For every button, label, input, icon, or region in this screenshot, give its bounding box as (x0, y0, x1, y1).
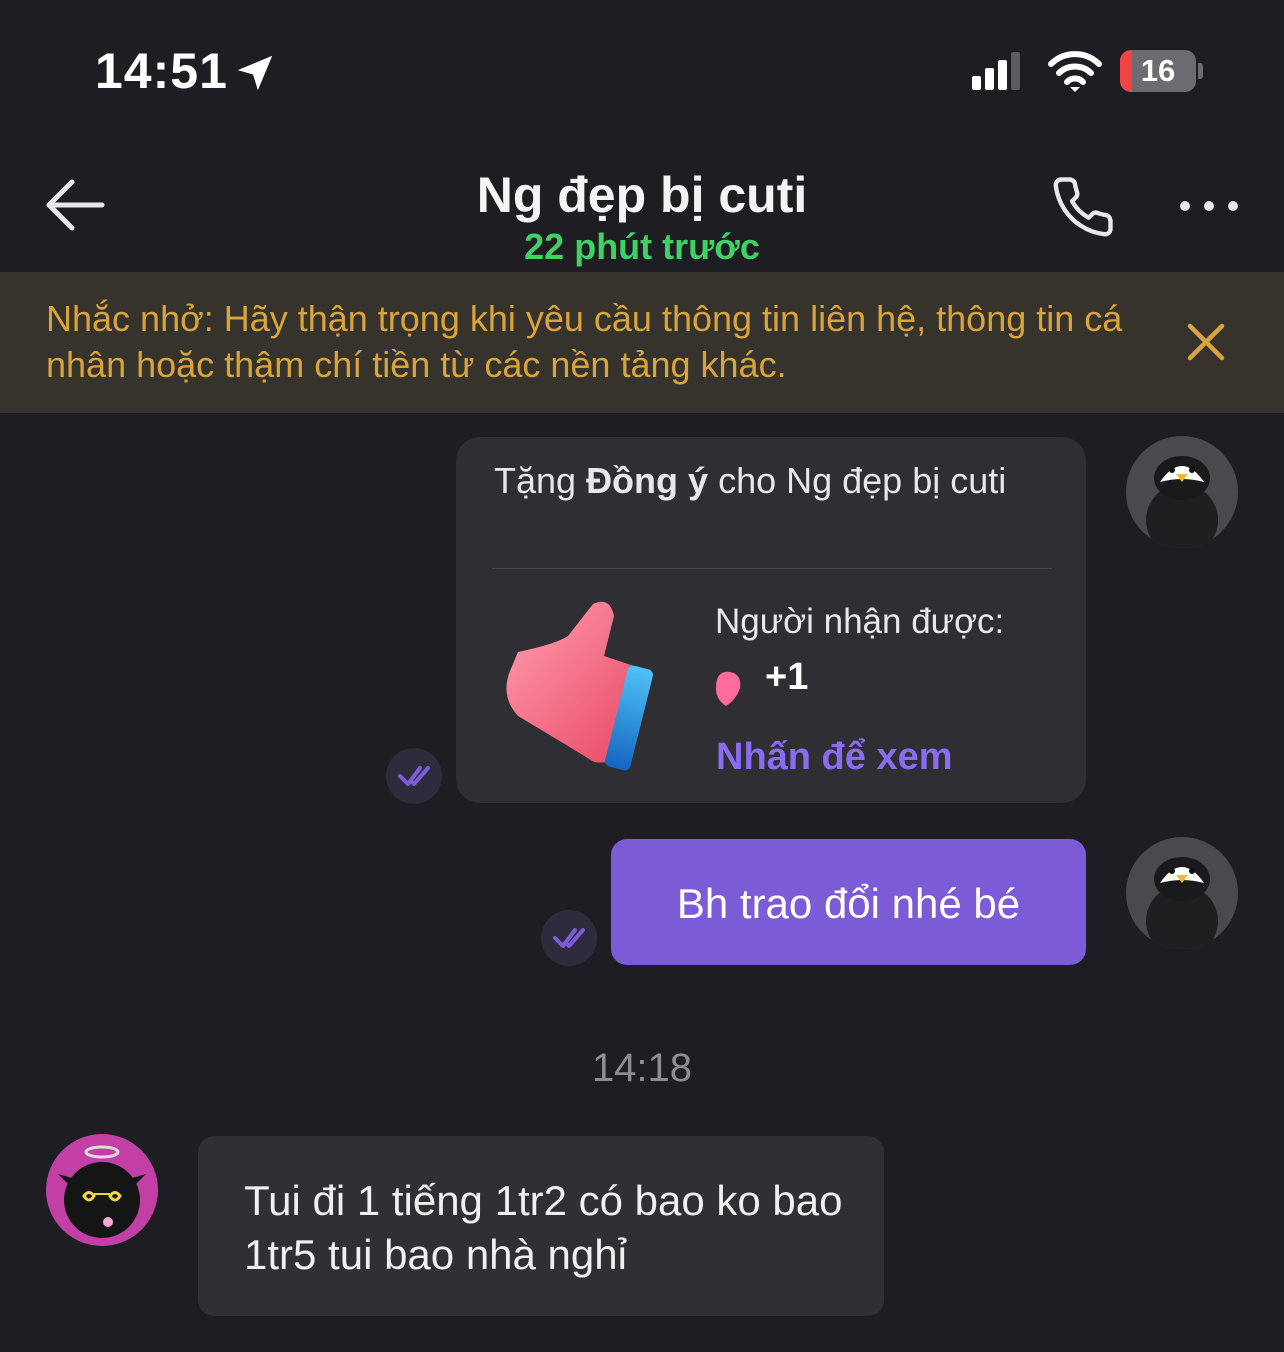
my-avatar[interactable] (1126, 837, 1238, 949)
outgoing-message-text: Bh trao đổi nhé bé (676, 880, 1021, 927)
character-avatar-icon (58, 1145, 146, 1238)
gift-title: Tặng Đồng ý cho Ng đẹp bị cuti (494, 458, 1034, 503)
penguin-avatar-icon (1146, 456, 1218, 548)
signal-icon (972, 52, 1020, 90)
phone-call-icon[interactable] (1050, 174, 1116, 240)
message-timestamp: 14:18 (591, 1046, 693, 1090)
incoming-message-text: Tui đi 1 tiếng 1tr2 có bao ko bao 1tr5 t… (244, 1177, 843, 1278)
gift-receive-label: Người nhận được: (715, 602, 1005, 641)
wifi-icon (1048, 51, 1102, 92)
battery-indicator: 16 (1120, 50, 1196, 92)
gift-title-suffix: cho Ng đẹp bị cuti (708, 460, 1007, 501)
gift-divider (492, 568, 1052, 569)
location-arrow-icon (237, 55, 273, 91)
gift-title-prefix: Tặng (494, 460, 587, 501)
gift-amount: +1 (765, 656, 809, 698)
read-receipt (386, 748, 442, 804)
battery-level: 16 (1140, 53, 1176, 88)
double-check-icon (553, 928, 585, 948)
battery-cap (1198, 63, 1203, 79)
more-options-icon[interactable] (1176, 192, 1242, 220)
my-avatar[interactable] (1126, 436, 1238, 548)
read-receipt (541, 910, 597, 966)
contact-avatar[interactable] (46, 1134, 158, 1246)
gift-view-link[interactable]: Nhấn để xem (716, 736, 953, 779)
double-check-icon (398, 766, 430, 786)
safety-reminder-text: Nhắc nhở: Hãy thận trọng khi yêu cầu thô… (46, 298, 1123, 385)
status-time: 14:51 (95, 43, 228, 99)
gift-name: Đồng ý (586, 460, 709, 501)
close-icon[interactable] (1182, 318, 1230, 366)
penguin-avatar-icon (1146, 857, 1218, 949)
